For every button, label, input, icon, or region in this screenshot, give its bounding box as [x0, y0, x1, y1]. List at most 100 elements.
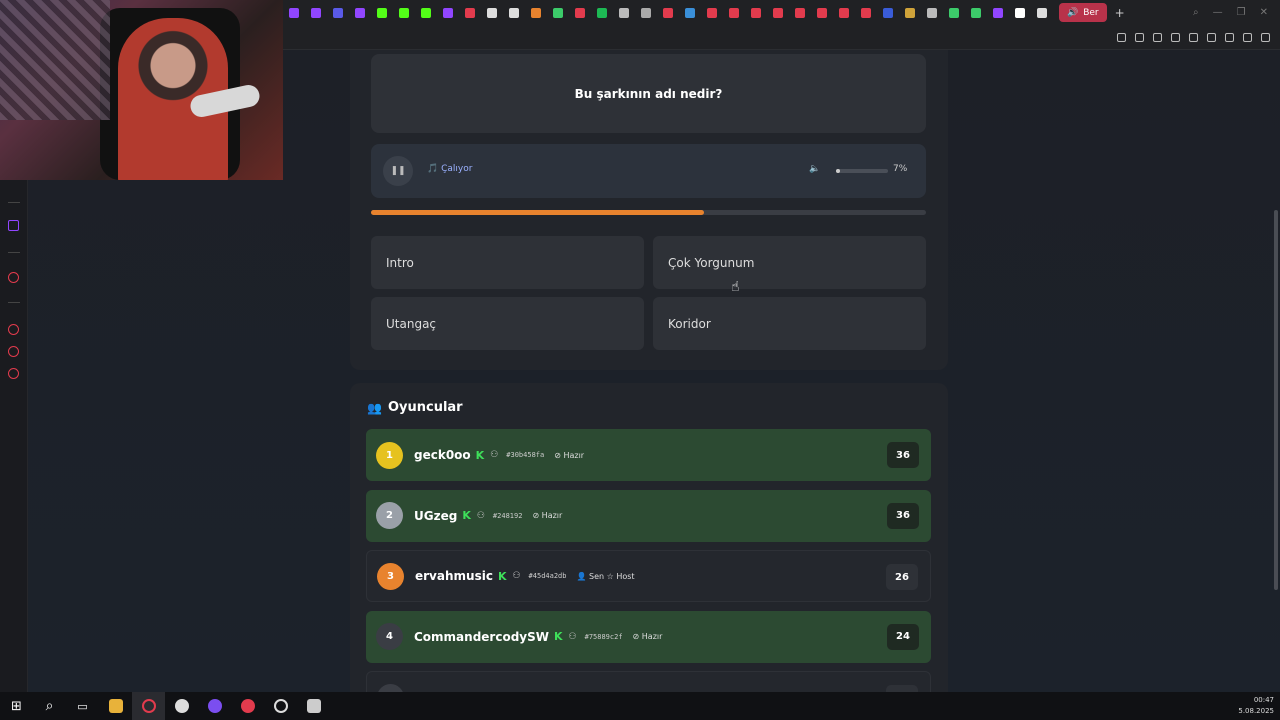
minimize-button[interactable]: —	[1213, 7, 1223, 18]
browser-tab[interactable]	[393, 0, 415, 25]
rank-badge: 2	[376, 502, 403, 529]
browser-tab[interactable]	[701, 0, 723, 25]
answer-option[interactable]: Çok Yorgunum	[653, 236, 926, 289]
answer-option[interactable]: Utangaç	[371, 297, 644, 350]
obs-taskbar-button[interactable]	[165, 692, 198, 720]
answer-option[interactable]: Koridor	[653, 297, 926, 350]
browser-tab[interactable]	[371, 0, 393, 25]
browser-taskbar-button[interactable]	[132, 692, 165, 720]
favicon-icon	[817, 7, 827, 18]
player-status: 👤 Sen ☆ Host	[576, 571, 635, 581]
browser-tab[interactable]	[657, 0, 679, 25]
browser-tab[interactable]	[305, 0, 327, 25]
browser-tab[interactable]	[767, 0, 789, 25]
media-taskbar-button[interactable]	[264, 692, 297, 720]
favicon-icon	[729, 7, 739, 18]
browser-sidebar	[0, 180, 28, 692]
favicon-icon	[597, 7, 607, 18]
browser-tab[interactable]	[789, 0, 811, 25]
browser-tab[interactable]	[481, 0, 503, 25]
browser-tab[interactable]	[855, 0, 877, 25]
speaker-icon: 🔊	[1067, 7, 1079, 18]
start-button[interactable]: ⊞	[0, 692, 33, 720]
search-icon[interactable]: ⌕	[1193, 7, 1199, 18]
maximize-button[interactable]: ❐	[1237, 7, 1246, 18]
folder-icon	[108, 699, 123, 713]
player-status: ⊘ Hazır	[532, 511, 563, 520]
browser-tab[interactable]	[921, 0, 943, 25]
app-taskbar-button[interactable]	[198, 692, 231, 720]
browser-tab[interactable]	[547, 0, 569, 25]
browser-tab[interactable]	[877, 0, 899, 25]
browser-tab[interactable]	[349, 0, 371, 25]
user-icon[interactable]: ⚇	[512, 571, 520, 581]
favicon-icon	[553, 7, 563, 18]
player-row: 3 ervahmusic K ⚇ #45d4a2db 👤 Sen ☆ Host 26	[366, 550, 931, 602]
browser-tab[interactable]	[525, 0, 547, 25]
search-button[interactable]: ⌕	[33, 692, 66, 720]
browser-tab[interactable]	[1031, 0, 1053, 25]
favicon-icon	[311, 7, 321, 18]
browser-tab[interactable]	[327, 0, 349, 25]
close-button[interactable]: ✕	[1260, 7, 1268, 18]
user-icon[interactable]: ⚇	[477, 511, 485, 521]
browser-tab[interactable]	[283, 0, 305, 25]
task-view-button[interactable]: ▭	[66, 692, 99, 720]
volume-slider[interactable]	[836, 169, 888, 173]
add-icon[interactable]	[8, 272, 19, 283]
page-scrollbar[interactable]	[1274, 160, 1280, 692]
browser-tab[interactable]	[899, 0, 921, 25]
browser-tab[interactable]	[415, 0, 437, 25]
browser-tab[interactable]	[811, 0, 833, 25]
history-icon[interactable]	[8, 324, 19, 335]
kick-icon: K	[475, 448, 485, 462]
shield-icon[interactable]	[1153, 32, 1162, 42]
volume-icon[interactable]: 🔈	[809, 164, 820, 174]
browser-tab[interactable]	[437, 0, 459, 25]
browser-tab[interactable]	[723, 0, 745, 25]
browser-tab[interactable]	[833, 0, 855, 25]
profile-icon[interactable]	[1225, 32, 1234, 42]
browser-tab[interactable]	[965, 0, 987, 25]
file-explorer-button[interactable]	[99, 692, 132, 720]
settings-icon[interactable]	[8, 368, 19, 379]
volume-percent: 7%	[893, 164, 908, 174]
menu-icon[interactable]	[1261, 32, 1270, 42]
favicon-icon	[619, 7, 629, 18]
browser-tab[interactable]	[569, 0, 591, 25]
player-name: ervahmusic	[415, 569, 493, 583]
browser-tab[interactable]	[745, 0, 767, 25]
pause-button[interactable]: ❚❚	[383, 156, 413, 186]
play-icon[interactable]	[1171, 32, 1180, 42]
twitch-icon[interactable]	[8, 220, 19, 231]
app-taskbar-button[interactable]	[297, 692, 330, 720]
bookmark-icon[interactable]	[1117, 32, 1126, 42]
favicon-icon	[663, 7, 673, 18]
obs-icon	[174, 699, 189, 713]
player-name: geck0oo	[414, 448, 471, 462]
active-tab[interactable]: 🔊 Ber	[1059, 3, 1107, 22]
red-app-icon	[240, 699, 255, 713]
screenshot-icon[interactable]	[1135, 32, 1144, 42]
user-icon[interactable]: ⚇	[569, 632, 577, 642]
download-icon[interactable]	[1243, 32, 1252, 42]
user-icon[interactable]: ⚇	[490, 450, 498, 460]
chat-icon[interactable]	[8, 346, 19, 357]
extensions-icon[interactable]	[1207, 32, 1216, 42]
browser-tab[interactable]	[591, 0, 613, 25]
favicon-icon	[1037, 7, 1047, 18]
browser-tab[interactable]	[635, 0, 657, 25]
browser-tab[interactable]	[1009, 0, 1031, 25]
browser-tab[interactable]	[943, 0, 965, 25]
browser-tab[interactable]	[987, 0, 1009, 25]
browser-tab[interactable]	[679, 0, 701, 25]
browser-tab[interactable]	[459, 0, 481, 25]
browser-tab[interactable]	[503, 0, 525, 25]
heart-icon[interactable]	[1189, 32, 1198, 42]
app-taskbar-button[interactable]	[231, 692, 264, 720]
new-tab-button[interactable]: +	[1115, 6, 1125, 20]
player-score: 22	[886, 685, 918, 692]
answer-option[interactable]: Intro	[371, 236, 644, 289]
system-clock[interactable]: 00:47 5.08.2025	[1238, 695, 1280, 717]
browser-tab[interactable]	[613, 0, 635, 25]
